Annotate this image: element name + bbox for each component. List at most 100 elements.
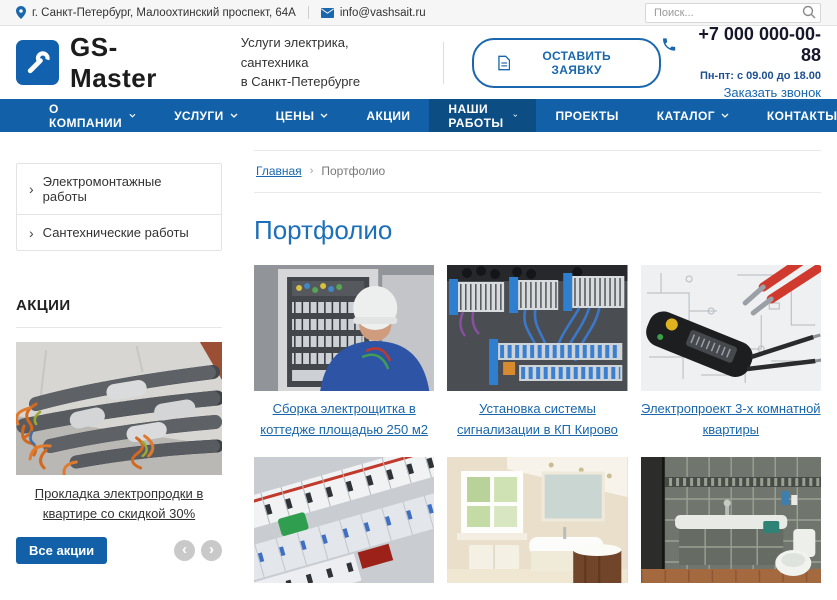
search-button[interactable] xyxy=(801,5,817,21)
cables-in-corrugated-tubes-photo xyxy=(16,342,222,475)
portfolio-card xyxy=(641,457,821,583)
nav-label: ЦЕНЫ xyxy=(276,109,315,123)
nav-label: АКЦИИ xyxy=(366,109,410,123)
promo-link[interactable]: Прокладка электропродки в квартире со ск… xyxy=(16,484,222,524)
promo-image-cables[interactable] xyxy=(16,342,222,475)
portfolio-thumb-breakers-closeup[interactable] xyxy=(254,457,434,583)
document-icon xyxy=(498,55,510,71)
portfolio-grid: Сборка электрощитка в коттедже площадью … xyxy=(254,265,821,583)
nav-label: ПРОЕКТЫ xyxy=(555,109,618,123)
portfolio-card xyxy=(447,457,627,583)
chevron-down-icon xyxy=(513,113,518,118)
sidebar-item-label: Сантехнические работы xyxy=(43,225,189,240)
portfolio-thumb-bright-bathroom[interactable] xyxy=(447,457,627,583)
main-area: Главная › Портфолио Портфолио xyxy=(254,150,821,600)
tagline: Услуги электрика, сантехника в Санкт-Пет… xyxy=(241,33,413,92)
carousel-prev-button[interactable]: ‹ xyxy=(174,540,195,561)
nav-label: НАШИ РАБОТЫ xyxy=(448,102,506,130)
promotions-title: АКЦИИ xyxy=(16,297,222,314)
portfolio-thumb-terminal-blocks[interactable] xyxy=(447,265,627,391)
nav-item-company[interactable]: О КОМПАНИИ xyxy=(30,99,155,132)
header: GS-Master Услуги электрика, сантехника в… xyxy=(0,26,837,99)
nav-label: О КОМПАНИИ xyxy=(49,102,123,130)
portfolio-caption[interactable]: Сборка электрощитка в коттедже площадью … xyxy=(254,398,434,441)
nav-item-promotions[interactable]: АКЦИИ xyxy=(347,99,429,132)
all-promotions-button[interactable]: Все акции xyxy=(16,537,107,564)
search-icon xyxy=(802,5,816,19)
portfolio-card: Установка системы сигнализации в КП Киро… xyxy=(447,265,627,441)
topbar-divider xyxy=(308,6,309,19)
sidebar-item-plumbing-works[interactable]: › Сантехнические работы xyxy=(17,214,221,250)
chevron-right-icon: › xyxy=(29,226,34,240)
terminal-blocks-wiring-photo xyxy=(447,265,627,391)
nav-label: КАТАЛОГ xyxy=(657,109,715,123)
sidebar-menu: › Электромонтажные работы › Сантехническ… xyxy=(16,163,222,251)
breadcrumb: Главная › Портфолио xyxy=(254,150,821,193)
breadcrumb-home-link[interactable]: Главная xyxy=(256,164,302,178)
envelope-icon xyxy=(321,8,334,18)
tiled-bathroom-photo xyxy=(641,457,821,583)
phone-number: +7 000 000-00-88 xyxy=(685,24,822,66)
nav-item-catalog[interactable]: КАТАЛОГ xyxy=(638,99,748,132)
portfolio-caption[interactable]: Установка системы сигнализации в КП Киро… xyxy=(447,398,627,441)
carousel-next-button[interactable]: › xyxy=(201,540,222,561)
portfolio-card: Сборка электрощитка в коттедже площадью … xyxy=(254,265,434,441)
chevron-down-icon xyxy=(320,113,328,118)
location-pin-icon xyxy=(16,6,26,19)
content: › Электромонтажные работы › Сантехническ… xyxy=(0,132,837,600)
electrician-at-panel-photo xyxy=(254,265,434,391)
nav-item-our-works[interactable]: НАШИ РАБОТЫ xyxy=(429,99,536,132)
page-title: Портфолио xyxy=(254,215,821,246)
search-box xyxy=(645,3,821,23)
arrow-left-icon: ‹ xyxy=(182,542,187,557)
chevron-down-icon xyxy=(129,113,136,118)
portfolio-card xyxy=(254,457,434,583)
arrow-right-icon: › xyxy=(209,542,214,557)
tester-on-blueprints-photo xyxy=(641,265,821,391)
nav-label: УСЛУГИ xyxy=(174,109,224,123)
portfolio-caption[interactable]: Электропроект 3-х комнатной квартиры xyxy=(641,398,821,441)
email-text: info@vashsait.ru xyxy=(340,7,426,19)
nav-item-services[interactable]: УСЛУГИ xyxy=(155,99,257,132)
nav-item-projects[interactable]: ПРОЕКТЫ xyxy=(536,99,637,132)
logo-text: GS-Master xyxy=(70,32,199,94)
topbar: г. Санкт-Петербург, Малоохтинский проспе… xyxy=(0,0,837,26)
logo-mark xyxy=(16,40,59,85)
phone-row: +7 000 000-00-88 xyxy=(661,24,821,66)
promo-carousel-arrows: ‹ › xyxy=(174,540,222,561)
sidebar: › Электромонтажные работы › Сантехническ… xyxy=(16,150,222,600)
phone-icon xyxy=(661,36,677,53)
address-group: г. Санкт-Петербург, Малоохтинский проспе… xyxy=(16,6,296,19)
portfolio-thumb-electrician-panel[interactable] xyxy=(254,265,434,391)
nav-item-contacts[interactable]: КОНТАКТЫ xyxy=(748,99,837,132)
portfolio-thumb-tester-blueprints[interactable] xyxy=(641,265,821,391)
wrench-icon xyxy=(23,48,53,78)
promo-controls: Все акции ‹ › xyxy=(16,537,222,564)
divider xyxy=(16,327,222,328)
breadcrumb-current: Портфолио xyxy=(321,164,385,178)
header-divider xyxy=(443,42,444,84)
main-nav: О КОМПАНИИ УСЛУГИ ЦЕНЫ АКЦИИ НАШИ РАБОТЫ… xyxy=(0,99,837,132)
working-hours: Пн-пт: с 09.00 до 18.00 xyxy=(661,70,821,82)
leave-request-label: ОСТАВИТЬ ЗАЯВКУ xyxy=(518,49,635,77)
sidebar-item-electrical-works[interactable]: › Электромонтажные работы xyxy=(17,164,221,214)
email-link[interactable]: info@vashsait.ru xyxy=(321,7,426,19)
leave-request-button[interactable]: ОСТАВИТЬ ЗАЯВКУ xyxy=(472,38,662,88)
logo[interactable]: GS-Master xyxy=(16,32,199,94)
search-input[interactable] xyxy=(645,3,821,23)
breadcrumb-separator: › xyxy=(310,165,314,177)
bright-bathroom-photo xyxy=(447,457,627,583)
header-contacts: +7 000 000-00-88 Пн-пт: с 09.00 до 18.00… xyxy=(661,24,821,102)
portfolio-card: Электропроект 3-х комнатной квартиры xyxy=(641,265,821,441)
nav-item-prices[interactable]: ЦЕНЫ xyxy=(257,99,348,132)
chevron-down-icon xyxy=(230,113,238,118)
sidebar-item-label: Электромонтажные работы xyxy=(43,174,209,204)
circuit-breakers-closeup-photo xyxy=(254,457,434,583)
promotions-widget: АКЦИИ xyxy=(16,297,222,564)
tagline-line1: Услуги электрика, сантехника xyxy=(241,33,413,72)
tagline-line2: в Санкт-Петербурге xyxy=(241,72,413,92)
chevron-right-icon: › xyxy=(29,182,34,196)
nav-label: КОНТАКТЫ xyxy=(767,109,837,123)
portfolio-thumb-tiled-bathroom[interactable] xyxy=(641,457,821,583)
address-text: г. Санкт-Петербург, Малоохтинский проспе… xyxy=(32,7,296,19)
